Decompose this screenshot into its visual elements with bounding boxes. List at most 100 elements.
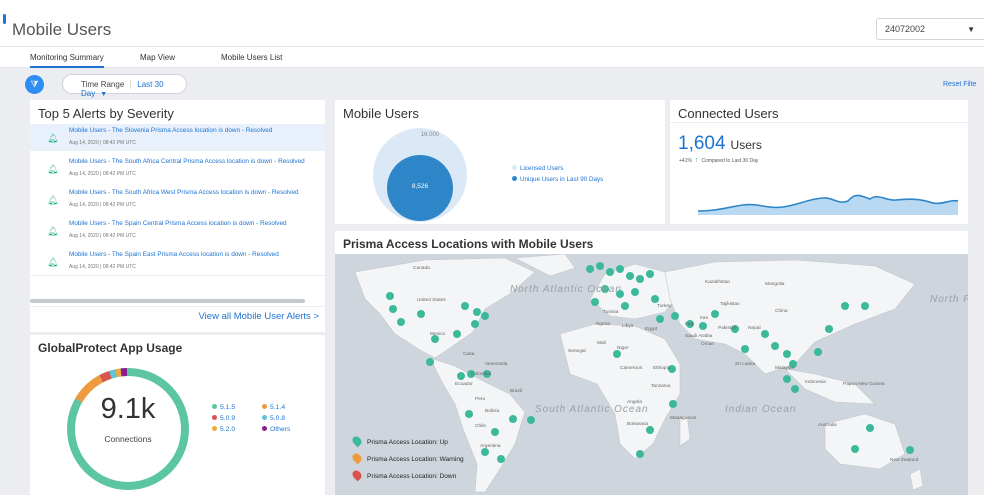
edge-indicator (3, 14, 6, 24)
map-pin[interactable] (825, 325, 833, 333)
map-pin[interactable] (613, 350, 621, 358)
legend-item-5.1.4[interactable]: 5.1.4 (262, 404, 285, 411)
map-pin[interactable] (699, 322, 707, 330)
alert-time: Aug 14, 2020 | 08:42 PM UTC (69, 140, 136, 146)
map-pin[interactable] (426, 358, 434, 366)
map-pin[interactable] (465, 410, 473, 418)
alert-text[interactable]: Mobile Users - The South Africa West Pri… (69, 189, 299, 196)
map-pin[interactable] (791, 385, 799, 393)
legend-item-5.2.0[interactable]: 5.2.0 (212, 426, 235, 433)
legend-item-unique[interactable]: Unique Users in Last 90 Days (512, 176, 603, 183)
donut-segment-5.2.0[interactable] (63, 364, 193, 494)
filter-icon[interactable]: ⧩ (25, 75, 44, 94)
donut-segment-5.0.8[interactable] (63, 364, 193, 494)
alert-item[interactable]: 🔔︎ Mobile Users - The South Africa Centr… (30, 155, 325, 182)
donut-segment-5.1.4[interactable] (63, 364, 193, 494)
legend-label: Others (270, 426, 291, 433)
map-pin[interactable] (491, 428, 499, 436)
tab-map-view[interactable]: Map View (140, 53, 175, 66)
map-pin[interactable] (711, 310, 719, 318)
legend-item-5.0.9[interactable]: 5.0.9 (212, 415, 235, 422)
horizontal-scrollbar[interactable] (30, 299, 305, 303)
alert-item[interactable]: 🔔︎ Mobile Users - The Spain East Prisma … (30, 248, 325, 275)
alert-item[interactable]: 🔔︎ Mobile Users - The Spain Central Pris… (30, 217, 325, 244)
map-label: Malaysia (775, 366, 794, 371)
map-pin[interactable] (651, 295, 659, 303)
map-pin[interactable] (527, 416, 535, 424)
map-pin[interactable] (814, 348, 822, 356)
map-label: Argentina (480, 444, 501, 449)
legend-item-licensed[interactable]: Licensed Users (512, 165, 563, 172)
map-pin[interactable] (626, 272, 634, 280)
map-pin[interactable] (481, 312, 489, 320)
legend-item-up[interactable]: Prisma Access Location: Up (350, 434, 448, 448)
reset-filter-link[interactable]: Reset Filte (943, 81, 976, 88)
map-pin[interactable] (621, 302, 629, 310)
map-pin[interactable] (669, 400, 677, 408)
legend-item-5.1.5[interactable]: 5.1.5 (212, 404, 235, 411)
map-pin[interactable] (761, 330, 769, 338)
map-pin[interactable] (741, 345, 749, 353)
map-pin[interactable] (783, 350, 791, 358)
map-pin[interactable] (417, 310, 425, 318)
legend-dot (212, 404, 217, 409)
map-pin[interactable] (389, 305, 397, 313)
world-map[interactable]: North Atlantic Ocean North Pacific Ocea … (335, 254, 968, 495)
legend-item-5.0.8[interactable]: 5.0.8 (262, 415, 285, 422)
tab-mobile-users-list[interactable]: Mobile Users List (221, 53, 282, 66)
map-pin[interactable] (646, 270, 654, 278)
map-pin[interactable] (596, 262, 604, 270)
legend-label: 5.0.9 (220, 415, 236, 422)
app-usage-card: GlobalProtect App Usage 9.1k Connections… (30, 335, 325, 495)
tenant-select[interactable]: 24072002 ▼ (876, 18, 984, 40)
alert-text[interactable]: Mobile Users - The Spain East Prisma Acc… (69, 251, 279, 258)
map-pin[interactable] (631, 288, 639, 296)
legend-item-others[interactable]: Others (262, 426, 290, 433)
map-pin[interactable] (671, 312, 679, 320)
map-pin[interactable] (591, 298, 599, 306)
map-pin[interactable] (453, 330, 461, 338)
map-pin[interactable] (866, 424, 874, 432)
map-pin[interactable] (861, 302, 869, 310)
donut-segment-5.0.9[interactable] (63, 364, 193, 494)
map-pin[interactable] (397, 318, 405, 326)
view-all-alerts-link[interactable]: View all Mobile User Alerts > (199, 311, 319, 322)
map-pin[interactable] (461, 302, 469, 310)
map-pin[interactable] (636, 450, 644, 458)
map-pin[interactable] (656, 315, 664, 323)
alert-item[interactable]: 🔔︎ Mobile Users - The South Africa West … (30, 186, 325, 213)
map-pin[interactable] (851, 445, 859, 453)
alert-text[interactable]: Mobile Users - The Slovenia Prisma Acces… (69, 127, 272, 134)
map-pin[interactable] (906, 446, 914, 454)
map-pin[interactable] (481, 448, 489, 456)
map-label: Papua New Guinea (843, 382, 885, 387)
map-pin[interactable] (636, 275, 644, 283)
legend-item-down[interactable]: Prisma Access Location: Down (350, 468, 456, 482)
map-pin[interactable] (586, 265, 594, 273)
alert-text[interactable]: Mobile Users - The South Africa Central … (69, 158, 305, 165)
bell-icon: 🔔︎ (47, 257, 59, 267)
map-pin[interactable] (497, 455, 505, 463)
map-pin[interactable] (509, 415, 517, 423)
alert-text[interactable]: Mobile Users - The Spain Central Prisma … (69, 220, 287, 227)
time-range-select[interactable]: Time Range Last 30 Day ▼ (62, 74, 187, 98)
map-pin[interactable] (386, 292, 394, 300)
map-pin[interactable] (457, 372, 465, 380)
map-pin[interactable] (646, 426, 654, 434)
alert-item[interactable]: 🔔︎ Mobile Users - The Slovenia Prisma Ac… (30, 124, 325, 151)
ocean-label-indian: Indian Ocean (725, 404, 797, 415)
map-pin[interactable] (471, 320, 479, 328)
map-pin[interactable] (841, 302, 849, 310)
tab-monitoring-summary[interactable]: Monitoring Summary (30, 53, 104, 68)
alert-time: Aug 14, 2020 | 08:42 PM UTC (69, 233, 136, 239)
legend-item-warning[interactable]: Prisma Access Location: Warning (350, 451, 464, 465)
map-label: Turkey (657, 304, 672, 309)
donut-segment-others[interactable] (64, 365, 191, 492)
map-pin[interactable] (606, 268, 614, 276)
map-pin[interactable] (771, 342, 779, 350)
tenant-id: 24072002 (885, 24, 926, 34)
map-pin[interactable] (616, 265, 624, 273)
map-pin[interactable] (783, 375, 791, 383)
map-pin[interactable] (473, 308, 481, 316)
connected-users-sparkline (698, 194, 958, 215)
